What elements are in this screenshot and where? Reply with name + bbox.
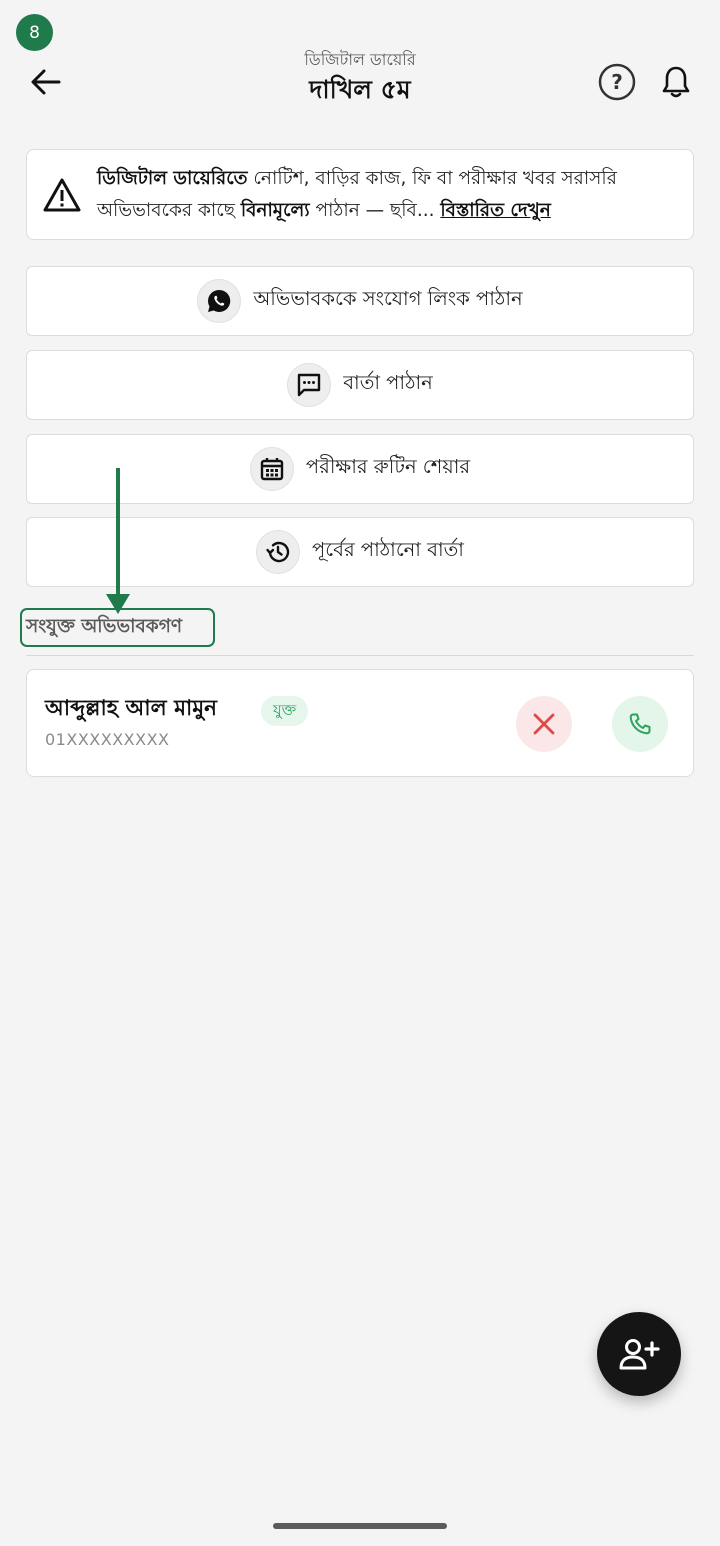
send-message-button[interactable]: বার্তা পাঠান bbox=[26, 350, 694, 420]
home-indicator[interactable] bbox=[273, 1523, 447, 1529]
guardian-name: আব্দুল্লাহ আল মামুন bbox=[45, 696, 218, 721]
calendar-icon bbox=[260, 458, 284, 481]
help-icon: ? bbox=[598, 63, 636, 101]
notification-button[interactable] bbox=[655, 62, 697, 102]
step-badge: 8 bbox=[16, 14, 53, 51]
action-label: পরীক্ষার রুটিন শেয়ার bbox=[305, 455, 471, 478]
status-badge: যুক্ত bbox=[261, 696, 309, 726]
notice-bold-mid: বিনামূল্যে bbox=[240, 199, 310, 221]
screen: 8 ডিজিটাল ডায়েরি দাখিল ৫ম ? ডিজিটাল ডায… bbox=[0, 0, 720, 1546]
action-icon-wrap bbox=[256, 530, 301, 574]
notice-icon-wrap bbox=[27, 177, 97, 213]
svg-text:?: ? bbox=[611, 70, 623, 94]
header: ডিজিটাল ডায়েরি দাখিল ৫ম ? bbox=[0, 48, 720, 118]
details-link[interactable]: বিস্তারিত দেখুন bbox=[440, 200, 550, 221]
back-button[interactable] bbox=[26, 62, 66, 102]
add-guardian-fab[interactable] bbox=[597, 1312, 681, 1396]
action-label: পূর্বের পাঠানো বার্তা bbox=[312, 538, 464, 561]
notice-bold-lead: ডিজিটাল ডায়েরিতে bbox=[97, 167, 248, 189]
bell-icon bbox=[662, 66, 690, 98]
help-button[interactable]: ? bbox=[597, 62, 637, 102]
notice-text-2: পাঠান — ছবি... bbox=[309, 199, 441, 221]
annotation-arrow bbox=[106, 468, 130, 614]
page-title: দাখিল ৫ম bbox=[309, 75, 411, 104]
annotation-highlight-box bbox=[20, 608, 215, 647]
phone-icon bbox=[629, 713, 651, 735]
send-connect-link-button[interactable]: অভিভাবককে সংযোগ লিংক পাঠান bbox=[26, 266, 694, 336]
warning-icon bbox=[43, 178, 81, 211]
arrow-left-icon bbox=[31, 69, 61, 95]
message-icon bbox=[297, 373, 321, 397]
notice-card: ডিজিটাল ডায়েরিতে নোটিশ, বাড়ির কাজ, ফি … bbox=[26, 149, 694, 240]
action-icon-wrap bbox=[249, 447, 294, 491]
header-subtitle: ডিজিটাল ডায়েরি bbox=[304, 50, 416, 69]
header-titles: ডিজিটাল ডায়েরি দাখিল ৫ম bbox=[160, 48, 560, 108]
action-label: অভিভাবককে সংযোগ লিংক পাঠান bbox=[253, 287, 523, 310]
history-icon bbox=[266, 541, 290, 563]
guardian-phone: 01XXXXXXXXX bbox=[45, 730, 170, 749]
whatsapp-icon bbox=[208, 289, 231, 312]
add-user-icon bbox=[619, 1339, 660, 1370]
action-icon-wrap bbox=[287, 363, 332, 407]
close-icon bbox=[533, 713, 555, 735]
guardian-card: আব্দুল্লাহ আল মামুন যুক্ত 01XXXXXXXXX bbox=[26, 669, 694, 777]
action-label: বার্তা পাঠান bbox=[343, 371, 433, 394]
action-icon-wrap bbox=[197, 279, 242, 323]
notice-text: ডিজিটাল ডায়েরিতে নোটিশ, বাড়ির কাজ, ফি … bbox=[97, 163, 693, 227]
call-guardian-button[interactable] bbox=[612, 696, 668, 752]
remove-guardian-button[interactable] bbox=[516, 696, 572, 752]
section-divider bbox=[26, 655, 694, 656]
